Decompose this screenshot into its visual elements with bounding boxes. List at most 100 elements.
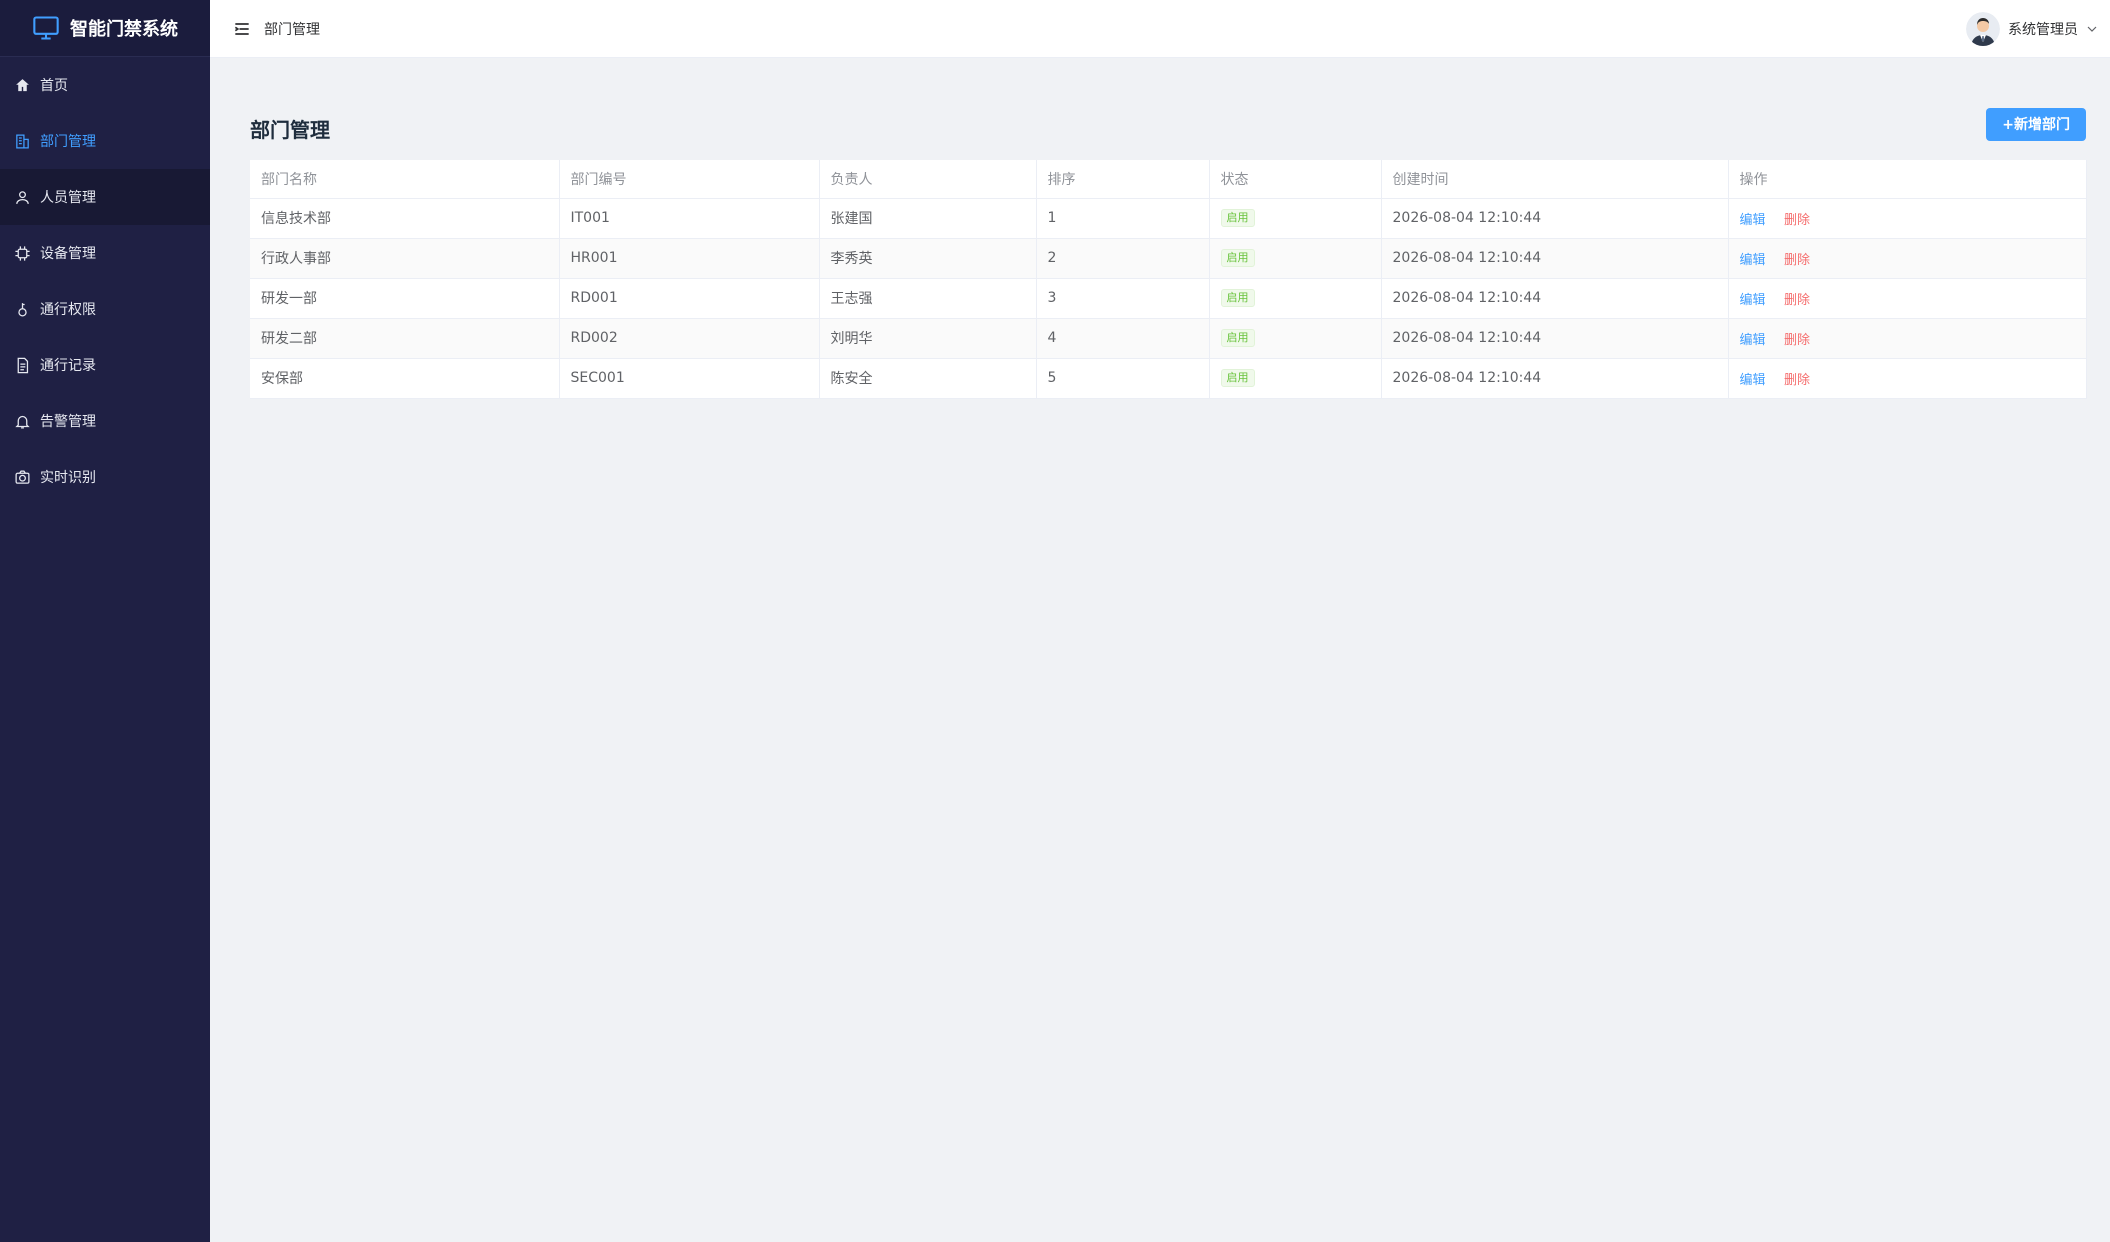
cell-status: 启用 xyxy=(1209,278,1382,319)
key-icon xyxy=(18,302,27,317)
delete-button[interactable]: 删除 xyxy=(1784,293,1810,308)
cell-dept-name: 行政人事部 xyxy=(250,238,560,279)
sidebar-item-home[interactable]: 首页 xyxy=(0,57,210,113)
table-header-row: 部门名称 部门编号 负责人 排序 状态 创建时间 操作 xyxy=(250,160,2087,199)
app-title: 智能门禁系统 xyxy=(70,19,178,40)
cell-actions: 编辑 删除 xyxy=(1728,238,2087,279)
add-department-button[interactable]: +新增部门 xyxy=(1986,107,2086,141)
table-row: 研发二部 RD002 刘明华 4 启用 2026-08-04 12:10:44 … xyxy=(250,318,2087,359)
logo[interactable]: 智能门禁系统 xyxy=(0,0,210,57)
content: 部门管理 +新增部门 部门名称 部门编号 负责人 排序 状态 创建时间 操作 信… xyxy=(210,58,2110,399)
cell-sort: 2 xyxy=(1036,238,1210,279)
sidebar-item-label: 人员管理 xyxy=(40,190,96,206)
user-menu[interactable]: 系统管理员 xyxy=(1966,11,2098,46)
cell-dept-code: SEC001 xyxy=(559,358,820,399)
sidebar-item-alarms[interactable]: 告警管理 xyxy=(0,393,210,449)
user-name: 系统管理员 xyxy=(2008,21,2078,38)
column-header[interactable]: 部门编号 xyxy=(559,160,820,199)
cell-dept-code: RD001 xyxy=(559,278,820,319)
app-root: 智能门禁系统 首页 部门管理 人员管理 设备管理 通行权限 通行记录 告警管理 … xyxy=(0,0,2110,1242)
cell-created-time: 2026-08-04 12:10:44 xyxy=(1381,318,1729,359)
cell-created-time: 2026-08-04 12:10:44 xyxy=(1381,278,1729,319)
breadcrumb: 部门管理 xyxy=(264,21,320,38)
cell-dept-name: 安保部 xyxy=(250,358,560,399)
column-header[interactable]: 状态 xyxy=(1209,160,1382,199)
page-title: 部门管理 xyxy=(250,117,330,142)
sidebar-item-label: 部门管理 xyxy=(40,134,96,150)
cell-leader: 张建国 xyxy=(819,198,1037,239)
sidebar-item-access-rights[interactable]: 通行权限 xyxy=(0,281,210,337)
sidebar-item-label: 实时识别 xyxy=(40,470,96,486)
status-badge: 启用 xyxy=(1220,329,1255,347)
cell-status: 启用 xyxy=(1209,238,1382,279)
cell-leader: 王志强 xyxy=(819,278,1037,319)
delete-button[interactable]: 删除 xyxy=(1784,213,1810,228)
table-row: 安保部 SEC001 陈安全 5 启用 2026-08-04 12:10:44 … xyxy=(250,358,2087,399)
edit-button[interactable]: 编辑 xyxy=(1740,253,1766,268)
cell-status: 启用 xyxy=(1209,358,1382,399)
table-row: 信息技术部 IT001 张建国 1 启用 2026-08-04 12:10:44… xyxy=(250,198,2087,239)
cell-actions: 编辑 删除 xyxy=(1728,318,2087,359)
delete-button[interactable]: 删除 xyxy=(1784,373,1810,388)
edit-button[interactable]: 编辑 xyxy=(1740,213,1766,228)
sidebar-item-label: 通行权限 xyxy=(40,302,96,318)
cell-leader: 李秀英 xyxy=(819,238,1037,279)
sidebar: 智能门禁系统 首页 部门管理 人员管理 设备管理 通行权限 通行记录 告警管理 … xyxy=(0,0,210,1242)
status-badge: 启用 xyxy=(1220,289,1255,307)
sidebar-menu: 首页 部门管理 人员管理 设备管理 通行权限 通行记录 告警管理 实时识别 xyxy=(0,57,210,505)
cell-sort: 4 xyxy=(1036,318,1210,359)
edit-button[interactable]: 编辑 xyxy=(1740,333,1766,348)
column-header[interactable]: 排序 xyxy=(1036,160,1210,199)
menu-fold-icon[interactable] xyxy=(232,19,252,39)
sidebar-item-departments[interactable]: 部门管理 xyxy=(0,113,210,169)
cell-status: 启用 xyxy=(1209,318,1382,359)
cell-actions: 编辑 删除 xyxy=(1728,198,2087,239)
sidebar-item-label: 设备管理 xyxy=(40,246,96,262)
cell-leader: 陈安全 xyxy=(819,358,1037,399)
cell-status: 启用 xyxy=(1209,198,1382,239)
delete-button[interactable]: 删除 xyxy=(1784,253,1810,268)
cell-dept-name: 信息技术部 xyxy=(250,198,560,239)
avatar xyxy=(1966,11,2000,46)
cell-actions: 编辑 删除 xyxy=(1728,358,2087,399)
user-icon xyxy=(16,190,29,204)
cell-dept-code: RD002 xyxy=(559,318,820,359)
status-badge: 启用 xyxy=(1220,249,1255,267)
page-head: 部门管理 +新增部门 xyxy=(250,98,2086,150)
delete-button[interactable]: 删除 xyxy=(1784,333,1810,348)
cell-sort: 5 xyxy=(1036,358,1210,399)
sidebar-item-access-records[interactable]: 通行记录 xyxy=(0,337,210,393)
cell-sort: 3 xyxy=(1036,278,1210,319)
document-icon xyxy=(17,357,29,373)
cell-leader: 刘明华 xyxy=(819,318,1037,359)
edit-button[interactable]: 编辑 xyxy=(1740,293,1766,308)
top-header: 部门管理 系统管理员 xyxy=(210,0,2110,58)
sidebar-item-personnel[interactable]: 人员管理 xyxy=(0,169,210,225)
chevron-down-icon xyxy=(2087,26,2097,32)
cell-dept-code: HR001 xyxy=(559,238,820,279)
cell-dept-name: 研发一部 xyxy=(250,278,560,319)
sidebar-item-live-recognition[interactable]: 实时识别 xyxy=(0,449,210,505)
department-table: 部门名称 部门编号 负责人 排序 状态 创建时间 操作 信息技术部 IT001 xyxy=(250,160,2087,399)
column-header[interactable]: 负责人 xyxy=(819,160,1037,199)
main-area: 部门管理 系统管理员 部门管理 +新增部门 部门名称 部门编号 负责人 排序 状… xyxy=(210,0,2110,1242)
column-header[interactable]: 创建时间 xyxy=(1381,160,1729,199)
cell-dept-code: IT001 xyxy=(559,198,820,239)
cell-created-time: 2026-08-04 12:10:44 xyxy=(1381,358,1729,399)
edit-button[interactable]: 编辑 xyxy=(1740,373,1766,388)
camera-icon xyxy=(15,469,30,484)
status-badge: 启用 xyxy=(1220,209,1255,227)
table-row: 行政人事部 HR001 李秀英 2 启用 2026-08-04 12:10:44… xyxy=(250,238,2087,279)
sidebar-item-label: 通行记录 xyxy=(40,358,96,374)
sidebar-item-label: 首页 xyxy=(40,78,68,94)
building-icon xyxy=(16,133,29,149)
bell-icon xyxy=(15,415,30,429)
column-header[interactable]: 操作 xyxy=(1728,160,2087,199)
cell-sort: 1 xyxy=(1036,198,1210,239)
sidebar-item-label: 告警管理 xyxy=(40,414,96,430)
sidebar-item-devices[interactable]: 设备管理 xyxy=(0,225,210,281)
column-header[interactable]: 部门名称 xyxy=(250,160,560,199)
home-icon xyxy=(16,78,29,91)
cell-created-time: 2026-08-04 12:10:44 xyxy=(1381,198,1729,239)
status-badge: 启用 xyxy=(1220,369,1255,387)
